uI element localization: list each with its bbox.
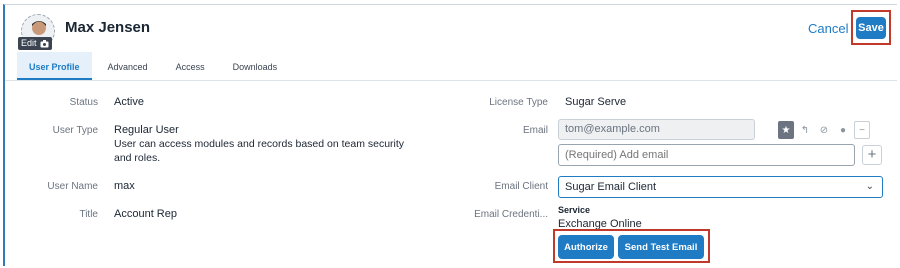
license-type-label: License Type	[489, 97, 548, 108]
tab-access[interactable]: Access	[164, 52, 217, 80]
save-highlight: Save	[851, 10, 891, 45]
authorize-button[interactable]: Authorize	[558, 235, 614, 259]
invalid-icon[interactable]: ●	[835, 121, 851, 139]
email-client-select[interactable]: Sugar Email Client ⌄	[558, 176, 883, 198]
email-credentials-label: Email Credenti...	[474, 209, 548, 220]
save-button[interactable]: Save	[856, 17, 886, 39]
camera-icon	[40, 39, 49, 47]
status-label: Status	[69, 97, 98, 108]
add-email-input[interactable]	[558, 144, 855, 166]
star-icon[interactable]: ★	[778, 121, 794, 139]
tab-user-profile[interactable]: User Profile	[17, 52, 92, 80]
license-type-value: Sugar Serve	[565, 96, 627, 108]
user-type-value: Regular User	[114, 124, 179, 136]
service-heading: Service	[558, 205, 591, 215]
user-type-label: User Type	[52, 125, 98, 136]
title-label: Title	[79, 209, 98, 220]
plus-icon[interactable]: +	[862, 145, 882, 165]
status-value: Active	[114, 96, 144, 108]
title-value: Account Rep	[114, 208, 177, 220]
user-type-help-text: User can access modules and records base…	[114, 138, 405, 164]
tab-advanced[interactable]: Advanced	[96, 52, 160, 80]
reply-icon[interactable]: ↰	[797, 121, 813, 139]
email-client-label: Email Client	[494, 181, 548, 192]
edit-label: Edit	[21, 38, 37, 48]
cancel-button[interactable]: Cancel	[808, 21, 848, 36]
email-label: Email	[522, 125, 548, 136]
chevron-down-icon: ⌄	[865, 181, 874, 192]
tab-divider	[5, 80, 897, 81]
email-client-value: Sugar Email Client	[565, 181, 657, 193]
send-test-email-button[interactable]: Send Test Email	[618, 235, 704, 259]
remove-icon[interactable]: −	[854, 121, 870, 139]
email-action-icons: ★ ↰ ⊘ ● −	[778, 121, 870, 139]
tab-bar: User Profile Advanced Access Downloads	[17, 52, 289, 80]
user-name-value: max	[114, 180, 135, 192]
tab-downloads[interactable]: Downloads	[221, 52, 290, 80]
record-title: Max Jensen	[65, 19, 151, 36]
user-name-label: User Name	[47, 181, 98, 192]
credential-buttons-highlight: Authorize Send Test Email	[553, 229, 710, 263]
opt-out-icon[interactable]: ⊘	[816, 121, 832, 139]
avatar-edit-badge[interactable]: Edit	[18, 37, 52, 50]
email-primary-field[interactable]: tom@example.com	[558, 119, 755, 140]
